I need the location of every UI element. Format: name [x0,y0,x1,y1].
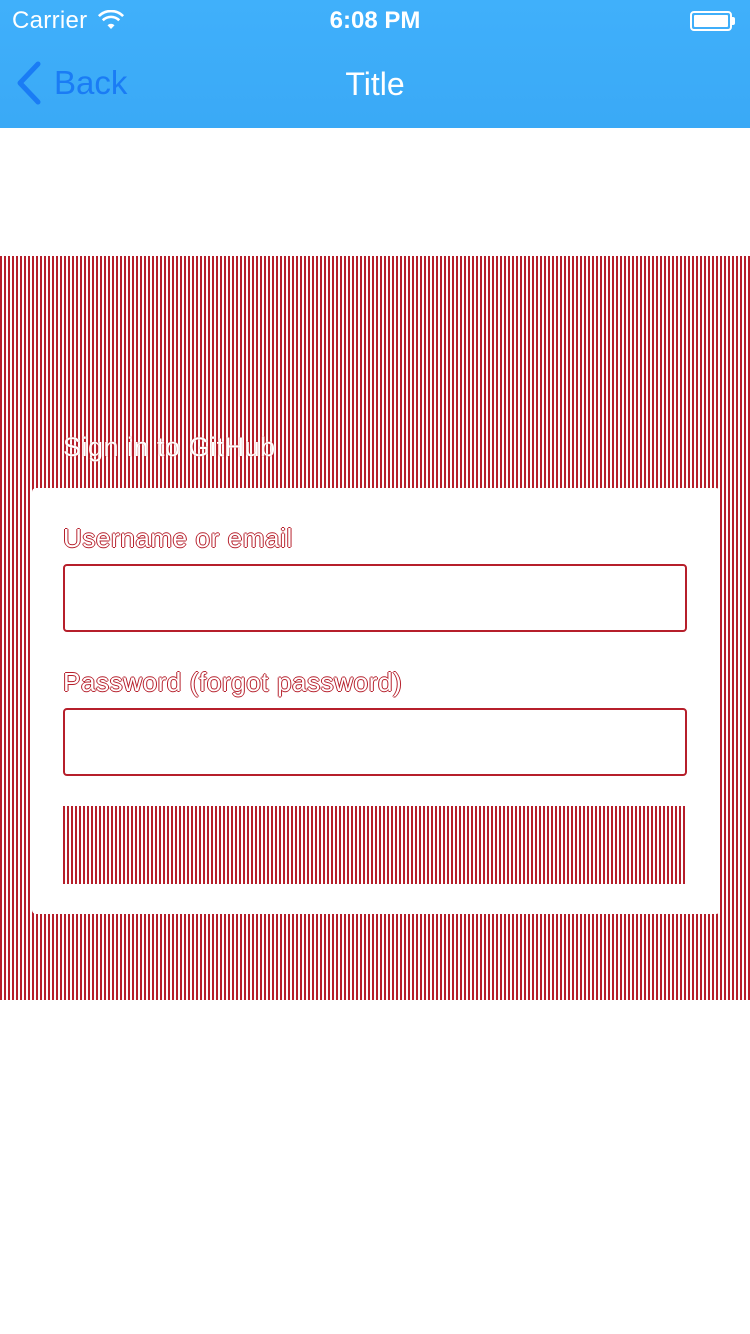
username-field[interactable] [63,564,687,632]
username-label: Username or email [63,523,293,553]
signin-form: Username or email Password (forgot passw… [32,488,720,914]
signin-panel: Sign in to GitHub Username or email Pass… [0,256,750,1000]
battery-icon [690,11,736,31]
status-bar: Carrier 6:08 PM [0,0,750,40]
status-time: 6:08 PM [329,7,421,34]
password-label: Password (forgot password) [63,667,403,697]
sign-in-button[interactable] [63,806,687,884]
navigation-bar: Back Title [0,40,750,128]
top-bar: Carrier 6:08 PM Back Title [0,0,750,128]
screen: Carrier 6:08 PM Back Title Sign in to Gi… [0,0,750,1334]
nav-title: Title [345,66,405,102]
password-field[interactable] [63,708,687,776]
signin-heading: Sign in to GitHub [63,432,276,462]
battery-fill [694,15,728,27]
